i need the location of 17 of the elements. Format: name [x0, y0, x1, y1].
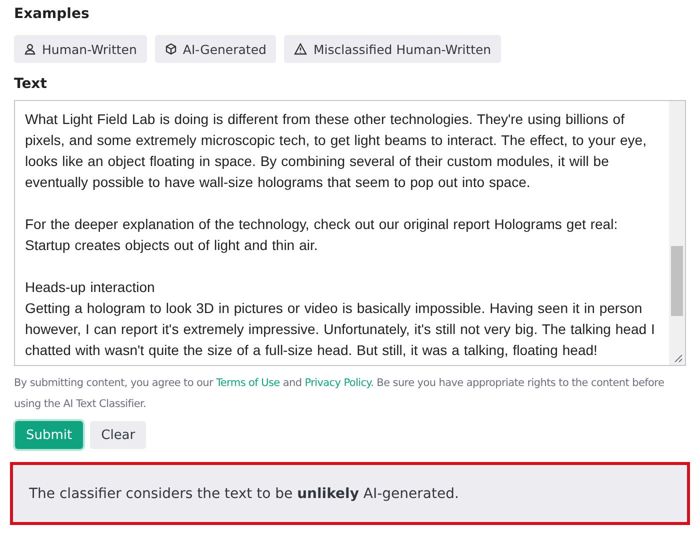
paragraph: For the deeper explanation of the technology, check out our original report Holograms get real: Startup creates objects out of light and thin air. — [25, 215, 619, 255]
paragraph: What Light Field Lab is doing is different from these other technologies. They're using billions of pixels, and some extremely microscopic tech, to get light beams to interact. The effect, to your eye, looks like an object floating in space. By combining several of their custom modules, it will be eventually possible to have wall-size holograms that seem to pop out into space. — [25, 110, 648, 192]
example-button[interactable]: Human-Written — [14, 35, 147, 63]
cube-icon — [164, 43, 177, 55]
paragraph: Heads-up interaction Getting a hologram to look 3D in pictures or video is basically impossible. Having seen it in person however, I can report it's extremely impressive. Unfortunately, it's still not very big. The talking head I chatted with wasn't quite the size of a full-size head. But still, it was a talking, floating head! — [25, 278, 656, 360]
terms-notice: By submitting content, you agree to our Terms of Use and Privacy Policy. Be sure you have appropriate rights to the content before using the AI Text Classifier. — [14, 376, 666, 412]
section-heading: Examples — [14, 6, 90, 24]
result-message: The classifier considers the text to be unlikely AI-generated. — [29, 486, 459, 502]
text-input-field[interactable] — [14, 100, 686, 366]
clear-button[interactable]: Clear — [90, 421, 146, 449]
example-button[interactable]: AI-Generated — [154, 35, 276, 63]
warning-icon — [294, 43, 308, 55]
scrollbar[interactable] — [669, 101, 685, 365]
resize-grip-icon[interactable] — [674, 354, 683, 363]
example-button[interactable]: Misclassified Human-Written — [284, 35, 502, 63]
field-label: Text — [14, 76, 48, 94]
person-icon — [24, 43, 36, 55]
